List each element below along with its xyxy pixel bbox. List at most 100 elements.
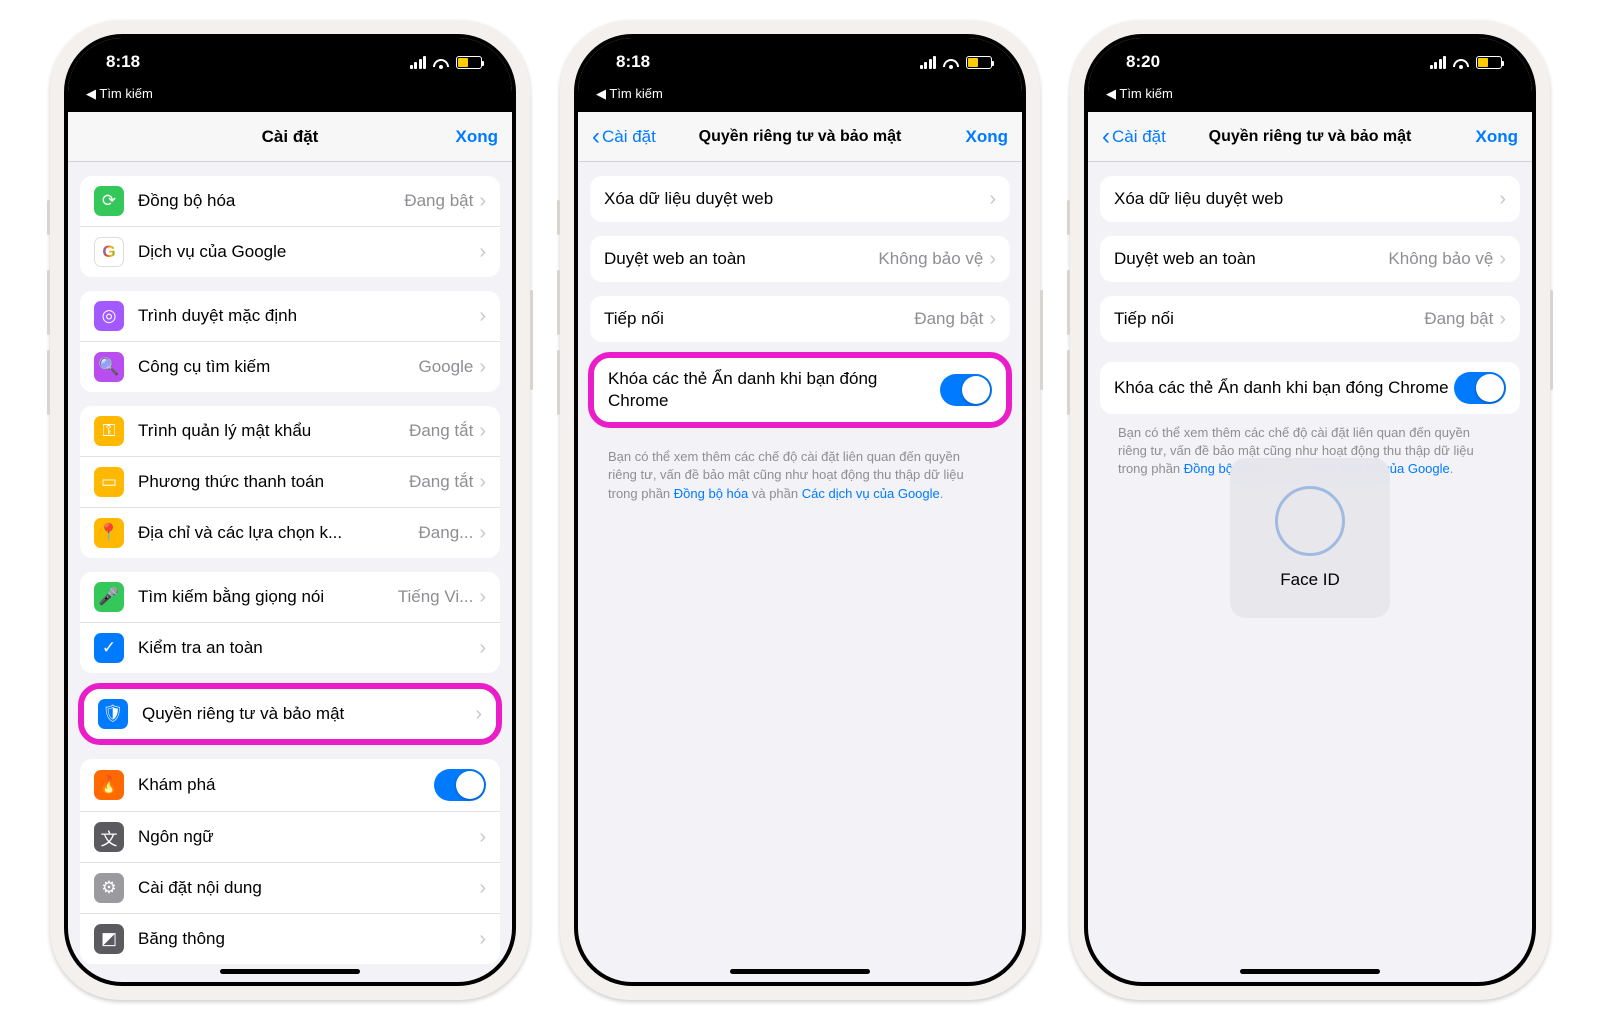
lock-incognito-toggle[interactable]	[940, 374, 992, 406]
row-discover[interactable]: 🔥Khám phá	[80, 759, 500, 812]
row-addresses[interactable]: 📍Địa chỉ và các lựa chọn k...Đang...›	[80, 508, 500, 558]
row-content-settings[interactable]: ⚙Cài đặt nội dung›	[80, 863, 500, 914]
row-sync[interactable]: ⟳Đồng bộ hóaĐang bật›	[80, 176, 500, 227]
link-sync[interactable]: Đồng bộ hóa	[674, 486, 748, 501]
chevron-right-icon: ›	[479, 190, 486, 213]
chevron-right-icon: ›	[989, 188, 996, 211]
status-time: 8:20	[1126, 52, 1160, 72]
key-icon: ⚿	[94, 416, 124, 446]
footer-text: Bạn có thể xem thêm các chế độ cài đặt l…	[590, 438, 1010, 513]
row-google-services[interactable]: GDịch vụ của Google›	[80, 227, 500, 277]
chevron-right-icon: ›	[479, 241, 486, 264]
wifi-icon	[1452, 56, 1470, 69]
header: ‹Cài đặt Quyền riêng tư và bảo mật Xong	[578, 112, 1022, 162]
row-lock-incognito[interactable]: Khóa các thẻ Ẩn danh khi bạn đóng Chrome	[594, 358, 1006, 422]
faceid-prompt: Face ID	[1230, 458, 1390, 618]
chevron-right-icon: ›	[989, 308, 996, 331]
home-indicator[interactable]	[1240, 969, 1380, 974]
battery-icon	[456, 56, 482, 69]
row-safety-check[interactable]: ✓Kiểm tra an toàn›	[80, 623, 500, 673]
search-icon: 🔍	[94, 352, 124, 382]
header: ‹Cài đặt Quyền riêng tư và bảo mật Xong	[1088, 112, 1532, 162]
signal-icon	[410, 56, 427, 69]
row-lock-incognito[interactable]: Khóa các thẻ Ẩn danh khi bạn đóng Chrome	[1100, 362, 1520, 414]
done-button[interactable]: Xong	[966, 127, 1009, 147]
page-title: Quyền riêng tư và bảo mật	[699, 128, 902, 146]
chevron-right-icon: ›	[479, 928, 486, 951]
notch	[1210, 38, 1410, 68]
row-language[interactable]: 文Ngôn ngữ›	[80, 812, 500, 863]
chevron-right-icon: ›	[479, 305, 486, 328]
page-title: Cài đặt	[262, 127, 319, 147]
signal-icon	[1430, 56, 1447, 69]
home-indicator[interactable]	[730, 969, 870, 974]
browser-icon: ◎	[94, 301, 124, 331]
done-button[interactable]: Xong	[456, 127, 499, 147]
mic-icon: 🎤	[94, 582, 124, 612]
shield-check-icon: ✓	[94, 633, 124, 663]
phone-frame-1: 8:18 ◀ Tìm kiếm Cài đặt Xong ⟳Đồng bộ hó…	[50, 20, 530, 1000]
location-icon: 📍	[94, 518, 124, 548]
chevron-right-icon: ›	[479, 637, 486, 660]
back-button[interactable]: ‹Cài đặt	[1102, 123, 1166, 151]
row-safe-browsing[interactable]: Duyệt web an toànKhông bảo vệ›	[590, 236, 1010, 282]
shield-icon: 🛡	[98, 699, 128, 729]
phone-frame-2: 8:18 ◀ Tìm kiếm ‹Cài đặt Quyền riêng tư …	[560, 20, 1040, 1000]
row-default-browser[interactable]: ◎Trình duyệt mặc định›	[80, 291, 500, 342]
battery-icon	[966, 56, 992, 69]
back-button[interactable]: ‹Cài đặt	[592, 123, 656, 151]
fire-icon: 🔥	[94, 770, 124, 800]
chevron-right-icon: ›	[479, 522, 486, 545]
chevron-right-icon: ›	[479, 826, 486, 849]
wifi-icon	[942, 56, 960, 69]
payment-icon: ▭	[94, 467, 124, 497]
chevron-left-icon: ‹	[1102, 123, 1110, 151]
row-search-engine[interactable]: 🔍Công cụ tìm kiếmGoogle›	[80, 342, 500, 392]
sync-icon: ⟳	[94, 186, 124, 216]
row-clear-browsing-data[interactable]: Xóa dữ liệu duyệt web›	[1100, 176, 1520, 222]
row-voice-search[interactable]: 🎤Tìm kiếm bằng giọng nóiTiếng Vi...›	[80, 572, 500, 623]
wifi-icon	[432, 56, 450, 69]
row-payment-methods[interactable]: ▭Phương thức thanh toánĐang tắt›	[80, 457, 500, 508]
chevron-right-icon: ›	[479, 356, 486, 379]
discover-toggle[interactable]	[434, 769, 486, 801]
header: Cài đặt Xong	[68, 112, 512, 162]
gear-icon: ⚙	[94, 873, 124, 903]
language-icon: 文	[94, 822, 124, 852]
row-safe-browsing[interactable]: Duyệt web an toànKhông bảo vệ›	[1100, 236, 1520, 282]
google-icon: G	[94, 237, 124, 267]
back-to-search[interactable]: ◀ Tìm kiếm	[68, 86, 512, 112]
chevron-right-icon: ›	[475, 703, 482, 726]
row-privacy-security[interactable]: 🛡Quyền riêng tư và bảo mật›	[84, 689, 496, 739]
battery-icon	[1476, 56, 1502, 69]
chevron-right-icon: ›	[989, 248, 996, 271]
back-to-search[interactable]: ◀ Tìm kiếm	[1088, 86, 1532, 112]
bandwidth-icon: ◩	[94, 924, 124, 954]
back-to-search[interactable]: ◀ Tìm kiếm	[578, 86, 1022, 112]
chevron-right-icon: ›	[479, 420, 486, 443]
status-time: 8:18	[106, 52, 140, 72]
row-password-manager[interactable]: ⚿Trình quản lý mật khẩuĐang tắt›	[80, 406, 500, 457]
chevron-right-icon: ›	[479, 586, 486, 609]
chevron-right-icon: ›	[1499, 248, 1506, 271]
highlight-lock-incognito: Khóa các thẻ Ẩn danh khi bạn đóng Chrome	[588, 352, 1012, 428]
chevron-left-icon: ‹	[592, 123, 600, 151]
page-title: Quyền riêng tư và bảo mật	[1209, 128, 1412, 146]
chevron-right-icon: ›	[1499, 188, 1506, 211]
signal-icon	[920, 56, 937, 69]
row-bandwidth[interactable]: ◩Băng thông›	[80, 914, 500, 964]
notch	[190, 38, 390, 68]
chevron-right-icon: ›	[479, 471, 486, 494]
link-google-services[interactable]: Các dịch vụ của Google	[802, 486, 940, 501]
row-handoff[interactable]: Tiếp nốiĐang bật›	[590, 296, 1010, 342]
status-time: 8:18	[616, 52, 650, 72]
done-button[interactable]: Xong	[1476, 127, 1519, 147]
notch	[700, 38, 900, 68]
lock-incognito-toggle[interactable]	[1454, 372, 1506, 404]
home-indicator[interactable]	[220, 969, 360, 974]
row-handoff[interactable]: Tiếp nốiĐang bật›	[1100, 296, 1520, 342]
highlight-privacy: 🛡Quyền riêng tư và bảo mật›	[78, 683, 502, 745]
chevron-right-icon: ›	[1499, 308, 1506, 331]
phone-frame-3: 8:20 ◀ Tìm kiếm ‹Cài đặt Quyền riêng tư …	[1070, 20, 1550, 1000]
row-clear-browsing-data[interactable]: Xóa dữ liệu duyệt web›	[590, 176, 1010, 222]
